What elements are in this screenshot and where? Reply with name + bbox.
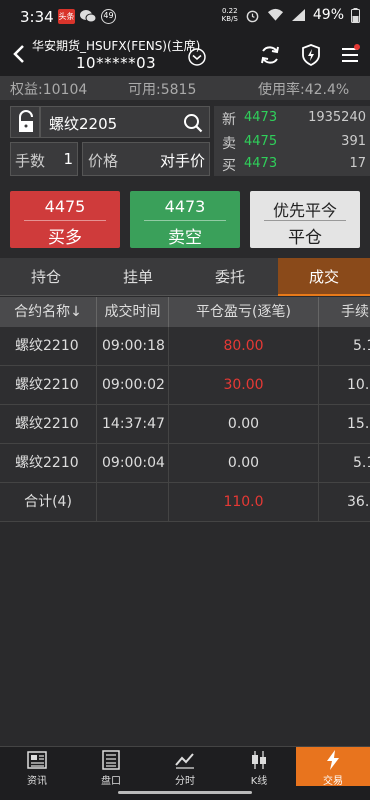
lock-button[interactable]	[10, 106, 40, 138]
trades-table-header: 合约名称↓ 成交时间 平仓盈亏(逐笔) 手续	[0, 297, 370, 327]
quote-table: 新 4473 1935240 卖 4475 391 买 4473 17	[214, 106, 370, 176]
home-indicator	[0, 786, 370, 800]
quantity-field[interactable]: 手数 1	[10, 142, 78, 176]
refresh-icon[interactable]	[258, 43, 282, 67]
status-time: 3:34	[20, 8, 54, 26]
tab-pending[interactable]: 挂单	[92, 258, 184, 296]
table-row[interactable]: 螺纹2210 09:00:02 30.00 10.	[0, 366, 370, 405]
alarm-icon	[246, 10, 259, 22]
account-title: 华安期货_HSUFX(FENS)(主席)	[32, 39, 201, 53]
sell-price: 4473	[164, 197, 206, 216]
notification-count-icon: 49	[101, 9, 116, 24]
buy-price: 4475	[44, 197, 86, 216]
col-fee[interactable]: 手续	[319, 297, 370, 327]
col-trade-time[interactable]: 成交时间	[97, 297, 169, 327]
candlestick-icon	[252, 751, 266, 769]
lightning-icon	[327, 750, 339, 770]
price-label: 价格	[88, 152, 119, 170]
close-position-button[interactable]: 优先平今 平仓	[250, 191, 360, 248]
quote-row-last: 新 4473 1935240	[222, 110, 366, 128]
line-chart-icon	[175, 753, 194, 769]
col-close-pnl[interactable]: 平仓盈亏(逐笔)	[169, 297, 319, 327]
buy-long-button[interactable]: 4475 买多	[10, 191, 120, 248]
status-bar: 3:34 头条 49 0.22 KB/S 49%	[0, 0, 370, 34]
table-total-row: 合计(4) 110.0 36.	[0, 483, 370, 522]
network-speed: 0.22 KB/S	[221, 7, 238, 23]
wifi-icon	[267, 8, 283, 21]
usage-text: 使用率:42.4%	[258, 82, 350, 98]
flash-shield-icon[interactable]	[299, 43, 323, 67]
record-tabs: 持仓 挂单 委托 成交	[0, 258, 370, 296]
table-row[interactable]: 螺纹2210 09:00:04 0.00 5.1	[0, 444, 370, 483]
nav-trade[interactable]: 交易	[296, 747, 370, 787]
col-contract-name[interactable]: 合约名称↓	[0, 297, 97, 327]
close-label: 平仓	[288, 228, 322, 248]
table-row[interactable]: 螺纹2210 09:00:18 80.00 5.1	[0, 327, 370, 366]
account-dropdown-icon[interactable]	[188, 48, 206, 66]
nav-news[interactable]: 资讯	[0, 747, 74, 787]
account-info-bar: 权益:10104 可用:5815 使用率:42.4%	[0, 76, 370, 100]
price-field[interactable]: 价格 对手价	[82, 142, 210, 176]
sell-short-button[interactable]: 4473 卖空	[130, 191, 240, 248]
unlock-icon	[19, 110, 33, 132]
nav-timeshare[interactable]: 分时	[148, 747, 222, 787]
signal-icon	[291, 9, 305, 21]
nav-kline[interactable]: K线	[222, 747, 296, 787]
tab-positions[interactable]: 持仓	[0, 258, 92, 296]
menu-icon[interactable]	[338, 43, 362, 67]
battery-percent: 49%	[312, 7, 344, 23]
orderbook-icon	[102, 750, 120, 770]
bottom-nav: 资讯 盘口 分时 K线 交易	[0, 746, 370, 787]
account-number: 10*****03	[76, 54, 157, 72]
table-row[interactable]: 螺纹2210 14:37:47 0.00 15.	[0, 405, 370, 444]
price-value: 对手价	[159, 152, 205, 170]
quote-row-bid: 买 4473 17	[222, 156, 366, 174]
close-priority-label: 优先平今	[272, 201, 337, 220]
news-icon	[27, 751, 47, 769]
app-header: 华安期货_HSUFX(FENS)(主席) 10*****03	[0, 34, 370, 76]
quantity-value: 1	[63, 150, 73, 168]
news-app-icon: 头条	[58, 9, 75, 24]
tab-orders[interactable]: 委托	[184, 258, 276, 296]
symbol-input[interactable]: 螺纹2205	[40, 106, 210, 138]
equity-text: 权益:10104	[10, 82, 88, 98]
back-arrow-icon[interactable]	[8, 42, 32, 66]
available-text: 可用:5815	[128, 82, 197, 98]
nav-orderbook[interactable]: 盘口	[74, 747, 148, 787]
quantity-label: 手数	[15, 152, 46, 170]
quote-row-ask: 卖 4475 391	[222, 134, 366, 152]
buy-label: 买多	[48, 228, 82, 248]
battery-icon	[351, 7, 360, 23]
wechat-icon	[80, 10, 97, 23]
symbol-value: 螺纹2205	[49, 115, 118, 133]
tab-trades[interactable]: 成交	[278, 258, 370, 296]
search-icon[interactable]	[183, 113, 203, 133]
sell-label: 卖空	[168, 228, 202, 248]
